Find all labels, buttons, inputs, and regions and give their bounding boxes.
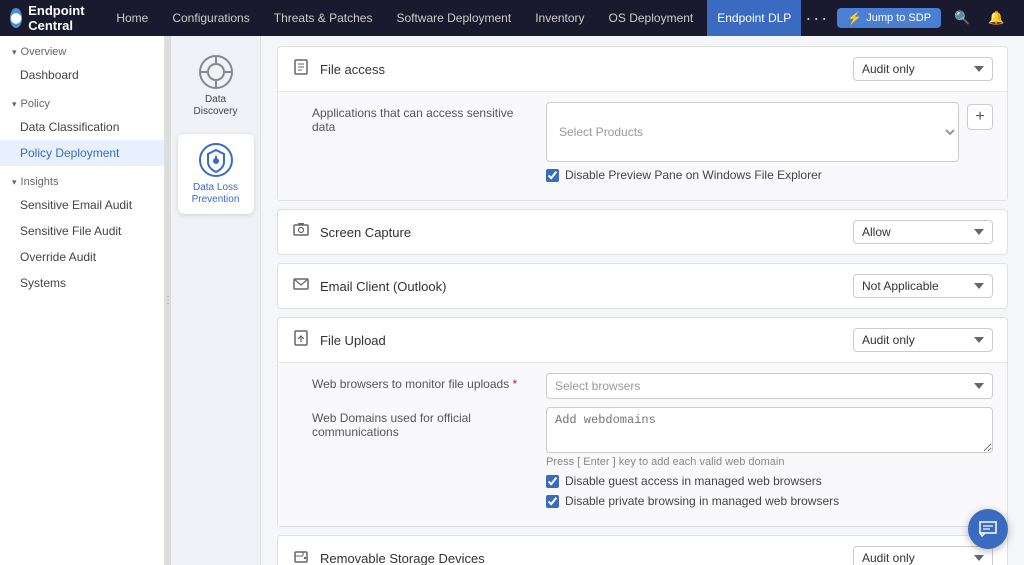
screen-capture-section: Screen Capture Allow Audit only Block [277,209,1008,255]
nav-os-deployment[interactable]: OS Deployment [599,0,704,36]
file-access-sub-section: Applications that can access sensitive d… [278,91,1007,200]
disable-preview-checkbox[interactable] [546,169,559,182]
notifications-icon[interactable]: 🔔 [983,5,1009,31]
nav-card-data-loss-prevention[interactable]: Data Loss Prevention [178,134,254,214]
screen-capture-header: Screen Capture Allow Audit only Block [278,210,1007,254]
web-browsers-control: Select browsers [546,373,993,399]
sidebar-item-sensitive-email-audit[interactable]: Sensitive Email Audit [0,192,164,218]
screen-capture-icon [292,221,310,244]
web-browsers-label: Web browsers to monitor file uploads * [312,373,532,391]
file-upload-sub-section: Web browsers to monitor file uploads * S… [278,362,1007,526]
file-upload-section: File Upload Audit only Allow Block Web b… [277,317,1008,527]
file-access-header: File access Audit only Allow Block [278,47,1007,91]
applications-control: Select Products + Disable Preview Pane o… [546,102,993,182]
sidebar-item-sensitive-file-audit[interactable]: Sensitive File Audit [0,218,164,244]
nav-endpoint-dlp[interactable]: Endpoint DLP [707,0,801,36]
web-domains-hint: Press [ Enter ] key to add each valid we… [546,456,993,468]
web-browsers-select[interactable]: Select browsers [546,373,993,399]
email-client-title: Email Client (Outlook) [320,279,843,294]
file-access-select[interactable]: Audit only Allow Block [853,57,993,81]
sidebar-section-insights[interactable]: ▾ Insights [0,166,164,192]
disable-preview-label: Disable Preview Pane on Windows File Exp… [565,168,822,182]
web-domains-row: Web Domains used for official communicat… [312,407,993,508]
nav-threats-patches[interactable]: Threats & Patches [264,0,383,36]
nav-card-dlp-label: Data Loss Prevention [184,182,248,206]
search-icon[interactable]: 🔍 [949,5,975,31]
removable-storage-title: Removable Storage Devices [320,551,843,565]
web-domains-input[interactable] [546,407,993,453]
applications-select[interactable]: Select Products [546,102,959,162]
sidebar-item-systems[interactable]: Systems [0,270,164,296]
applications-row: Applications that can access sensitive d… [312,102,993,182]
add-application-button[interactable]: + [967,104,993,130]
removable-storage-icon [292,547,310,565]
screen-capture-select[interactable]: Allow Audit only Block [853,220,993,244]
disable-private-label: Disable private browsing in managed web … [565,494,839,508]
disable-guest-label: Disable guest access in managed web brow… [565,474,822,488]
screen-capture-title: Screen Capture [320,225,843,240]
file-upload-header: File Upload Audit only Allow Block [278,318,1007,362]
web-browsers-required: * [513,377,518,391]
web-domains-label: Web Domains used for official communicat… [312,407,532,439]
file-upload-select[interactable]: Audit only Allow Block [853,328,993,352]
apps-select-row: Select Products + [546,102,993,162]
sidebar-item-policy-deployment[interactable]: Policy Deployment [0,140,164,166]
email-client-select[interactable]: Not Applicable Allow Audit only Block [853,274,993,298]
sidebar-item-dashboard[interactable]: Dashboard [0,62,164,88]
topnav-right-actions: ⚡ Jump to SDP 🔍 🔔 ⚡ ⊞ [837,5,1024,31]
disable-private-browsing-checkbox[interactable] [546,495,559,508]
app-name: Endpoint Central [28,3,92,33]
file-upload-title: File Upload [320,333,843,348]
app-logo: ⬤ Endpoint Central [10,3,92,33]
sidebar-item-override-audit[interactable]: Override Audit [0,244,164,270]
file-upload-icon [292,329,310,352]
disable-preview-checkbox-row: Disable Preview Pane on Windows File Exp… [546,168,993,182]
lightning-icon[interactable]: ⚡ [1017,5,1024,31]
module-nav-panel: Data Discovery Data Loss Prevention [171,36,261,565]
jump-to-sdp-button[interactable]: ⚡ Jump to SDP [837,8,941,28]
nav-more[interactable]: ··· [805,8,829,29]
sidebar-section-policy[interactable]: ▾ Policy [0,88,164,114]
nav-inventory[interactable]: Inventory [525,0,594,36]
data-loss-prevention-icon [198,142,234,178]
web-domains-control: Press [ Enter ] key to add each valid we… [546,407,993,508]
nav-home[interactable]: Home [106,0,158,36]
email-client-section: Email Client (Outlook) Not Applicable Al… [277,263,1008,309]
nav-software-deployment[interactable]: Software Deployment [386,0,521,36]
data-discovery-icon [198,54,234,90]
removable-storage-section: Removable Storage Devices Audit only All… [277,535,1008,565]
email-client-header: Email Client (Outlook) Not Applicable Al… [278,264,1007,308]
nav-card-data-discovery-label: Data Discovery [184,94,248,118]
removable-storage-header: Removable Storage Devices Audit only All… [278,536,1007,565]
chat-fab-button[interactable] [968,509,1008,549]
logo-icon: ⬤ [10,8,22,28]
removable-storage-select[interactable]: Audit only Allow Block [853,546,993,565]
file-access-title: File access [320,62,843,77]
disable-guest-checkbox[interactable] [546,475,559,488]
top-navigation: ⬤ Endpoint Central Home Configurations T… [0,0,1024,36]
disable-guest-checkbox-row: Disable guest access in managed web brow… [546,474,993,488]
email-client-icon [292,275,310,298]
nav-configurations[interactable]: Configurations [162,0,259,36]
file-access-section: File access Audit only Allow Block Appli… [277,46,1008,201]
applications-label: Applications that can access sensitive d… [312,102,532,134]
sidebar-section-overview[interactable]: ▾ Overview [0,36,164,62]
main-content: File access Audit only Allow Block Appli… [261,36,1024,565]
sidebar-item-data-classification[interactable]: Data Classification [0,114,164,140]
nav-card-data-discovery[interactable]: Data Discovery [178,46,254,126]
file-access-icon [292,58,310,81]
web-browsers-row: Web browsers to monitor file uploads * S… [312,373,993,399]
disable-private-checkbox-row: Disable private browsing in managed web … [546,494,993,508]
sidebar: ▾ Overview Dashboard ▾ Policy Data Class… [0,36,165,565]
